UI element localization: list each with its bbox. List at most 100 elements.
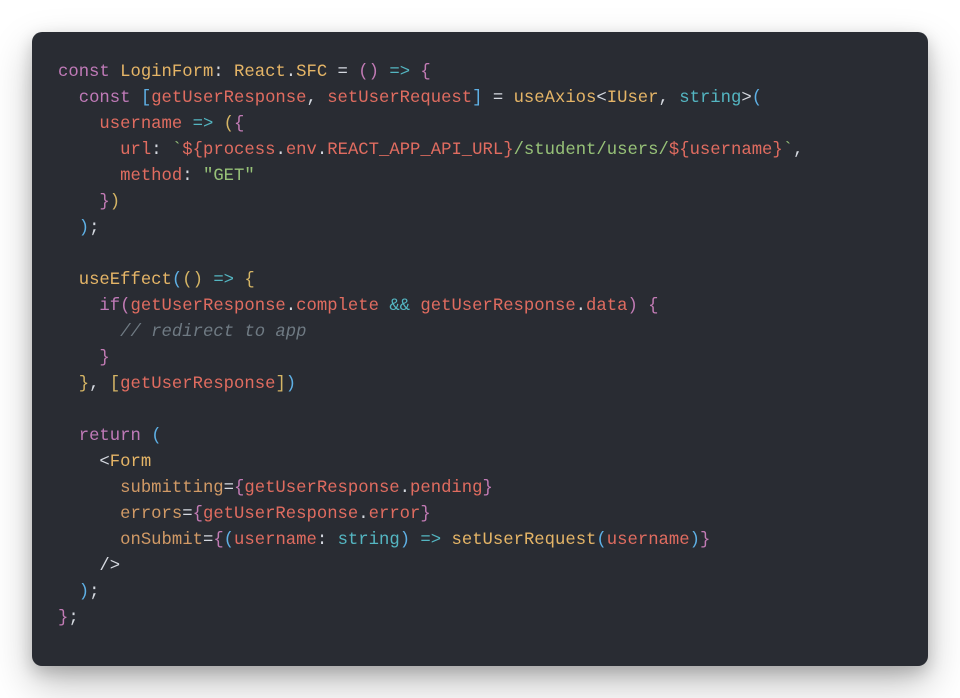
code-token: ,: [89, 375, 110, 394]
code-token: (: [120, 297, 130, 316]
code-token: =: [327, 63, 358, 82]
code-token: =>: [203, 271, 244, 290]
code-token: ): [79, 583, 89, 602]
code-token: submitting: [120, 479, 224, 498]
code-token: [58, 219, 79, 238]
code-token: (: [151, 427, 161, 446]
code-token: }: [99, 193, 109, 212]
code-token: {: [244, 271, 254, 290]
code-token: username: [607, 531, 690, 550]
code-token: const: [79, 89, 141, 108]
code-token: ;: [89, 219, 99, 238]
code-token: [58, 349, 99, 368]
code-token: {: [420, 63, 430, 82]
code-token: setUserRequest: [327, 89, 472, 108]
code-token: errors: [120, 505, 182, 524]
code-token: LoginForm: [120, 63, 213, 82]
code-token: {: [193, 505, 203, 524]
code-card: const LoginForm: React.SFC = () => { con…: [32, 32, 928, 666]
code-token: [58, 271, 79, 290]
code-token: =: [224, 479, 234, 498]
code-token: =: [203, 531, 213, 550]
code-token: ,: [793, 141, 803, 160]
code-token: <: [596, 89, 606, 108]
code-token: [58, 531, 120, 550]
code-token: [: [141, 89, 151, 108]
code-token: IUser: [607, 89, 659, 108]
code-token: React: [234, 63, 286, 82]
code-token: ): [627, 297, 637, 316]
code-token: [58, 479, 120, 498]
code-token: }: [482, 479, 492, 498]
code-token: =>: [379, 63, 420, 82]
code-token: REACT_APP_API_URL: [327, 141, 503, 160]
code-token: useAxios: [514, 89, 597, 108]
code-token: ]: [472, 89, 482, 108]
code-token: ): [369, 63, 379, 82]
code-token: string: [679, 89, 741, 108]
code-token: getUserResponse: [151, 89, 306, 108]
code-token: [58, 323, 120, 342]
code-token: }: [420, 505, 430, 524]
code-token: const: [58, 63, 120, 82]
code-token: [58, 427, 79, 446]
code-token: [58, 297, 99, 316]
code-token: [58, 141, 120, 160]
code-token: }: [503, 141, 513, 160]
code-token: }: [700, 531, 710, 550]
code-token: method: [120, 167, 182, 186]
code-token: /student/users/: [514, 141, 669, 160]
code-token: =: [182, 505, 192, 524]
code-token: (: [182, 271, 192, 290]
code-token: [58, 583, 79, 602]
code-token: getUserResponse: [420, 297, 575, 316]
code-token: =: [483, 89, 514, 108]
code-token: ;: [68, 609, 78, 628]
code-token: username: [690, 141, 773, 160]
code-token: url: [120, 141, 151, 160]
code-token: error: [369, 505, 421, 524]
code-token: (: [172, 271, 182, 290]
code-token: }: [79, 375, 89, 394]
code-token: .: [286, 63, 296, 82]
code-token: =>: [410, 531, 451, 550]
code-token: [58, 505, 120, 524]
code-token: =>: [182, 115, 223, 134]
code-token: // redirect to app: [120, 323, 306, 342]
code-token: :: [182, 167, 203, 186]
code-token: complete: [296, 297, 379, 316]
code-token: env: [286, 141, 317, 160]
code-token: useEffect: [79, 271, 172, 290]
code-token: ): [110, 193, 120, 212]
code-token: return: [79, 427, 151, 446]
code-block: const LoginForm: React.SFC = () => { con…: [58, 60, 902, 632]
code-token: [58, 557, 99, 576]
code-token: (: [752, 89, 762, 108]
code-token: .: [317, 141, 327, 160]
code-token: ${: [182, 141, 203, 160]
code-token: ,: [659, 89, 680, 108]
code-token: string: [338, 531, 400, 550]
code-token: "GET": [203, 167, 255, 186]
code-token: data: [586, 297, 627, 316]
code-token: .: [576, 297, 586, 316]
code-token: [58, 115, 99, 134]
code-token: SFC: [296, 63, 327, 82]
code-token: >: [741, 89, 751, 108]
code-token: .: [286, 297, 296, 316]
code-token: ]: [275, 375, 285, 394]
code-token: (: [224, 115, 234, 134]
code-token: getUserResponse: [120, 375, 275, 394]
code-token: {: [213, 531, 223, 550]
code-token: [58, 89, 79, 108]
code-token: ): [400, 531, 410, 550]
code-token: username: [234, 531, 317, 550]
code-token: }: [99, 349, 109, 368]
code-token: &&: [379, 297, 420, 316]
code-token: [58, 375, 79, 394]
code-token: ${: [669, 141, 690, 160]
code-token: .: [400, 479, 410, 498]
code-token: [58, 167, 120, 186]
code-token: username: [99, 115, 182, 134]
code-token: ): [286, 375, 296, 394]
